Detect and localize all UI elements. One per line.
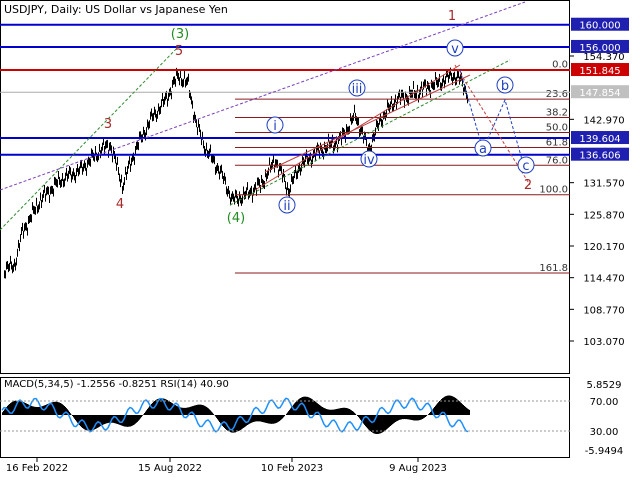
level-label: 147.854 (579, 88, 620, 99)
price-tick-label: 103.070 (583, 337, 624, 348)
wave-label: i (273, 119, 277, 134)
price-tick-label: 108.770 (583, 305, 624, 316)
wave-label: 5 (175, 44, 183, 59)
macd-tick-label: 70.00 (590, 397, 619, 408)
fib-label: 50.0 (546, 123, 568, 134)
fib-label: 100.0 (539, 185, 568, 196)
level-label: 151.845 (579, 66, 620, 77)
indicator-title: MACD(5,34,5) -1.2556 -0.8251 RSI(14) 40.… (4, 379, 229, 390)
price-tick-label: 114.470 (583, 274, 624, 285)
wave-label: 4 (116, 197, 124, 212)
wave-label: v (451, 42, 459, 57)
price-chart[interactable]: 0.023.638.250.061.876.0100.0161.8(3)(4)3… (0, 0, 640, 480)
price-tick-label: 154.370 (583, 52, 624, 63)
wave-label: 1 (448, 9, 456, 24)
level-label: 136.606 (579, 151, 620, 162)
fib-label: 61.8 (546, 138, 568, 149)
fib-label: 161.8 (539, 263, 568, 274)
fib-label: 76.0 (546, 155, 568, 166)
x-tick-label: 10 Feb 2023 (261, 463, 323, 474)
level-label: 160.000 (579, 21, 620, 32)
level-label: 139.604 (579, 134, 620, 145)
price-tick-label: 131.570 (583, 179, 624, 190)
price-tick-label: 142.970 (583, 115, 624, 126)
macd-tick-label: -5.9494 (585, 446, 624, 457)
wave-label: a (479, 142, 487, 157)
x-tick-label: 16 Feb 2022 (6, 463, 68, 474)
wave-label: b (501, 79, 509, 94)
wave-label: 3 (104, 117, 112, 132)
macd-tick-label: 5.8529 (587, 380, 622, 391)
wave-label: iv (363, 153, 375, 168)
wave-label: iii (352, 82, 363, 97)
price-tick-label: 125.870 (583, 210, 624, 221)
x-tick-label: 15 Aug 2022 (138, 463, 202, 474)
price-tick-label: 120.170 (583, 242, 624, 253)
price-pane (0, 0, 570, 374)
channel-line (0, 1, 526, 191)
wave-label: (4) (227, 211, 245, 226)
fib-label: 38.2 (546, 108, 568, 119)
x-tick-label: 9 Aug 2023 (389, 463, 447, 474)
chart-overlay: 0.023.638.250.061.876.0100.0161.8(3)(4)3… (0, 1, 570, 274)
macd-tick-label: 30.00 (590, 427, 619, 438)
wave-label: ii (283, 199, 290, 214)
wave-label: (3) (171, 27, 189, 42)
wave-label: c (522, 159, 529, 174)
fib-label: 23.6 (546, 89, 568, 100)
wave-label: 2 (524, 178, 532, 193)
